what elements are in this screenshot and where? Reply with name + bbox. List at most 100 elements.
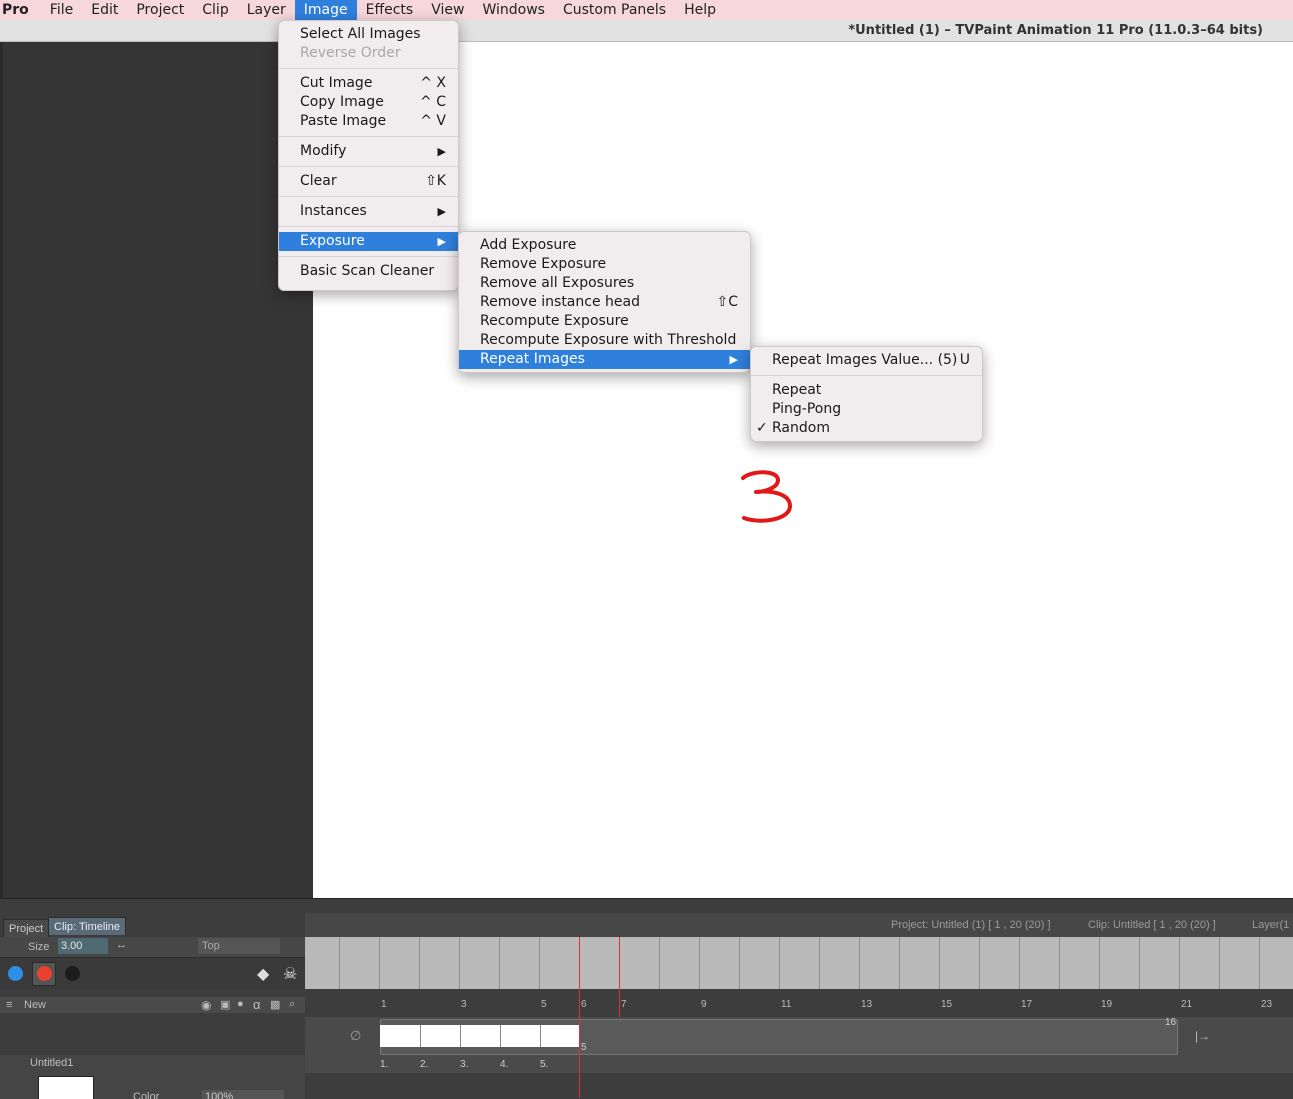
menu-view[interactable]: View bbox=[422, 0, 473, 20]
clear-item[interactable]: Clear ⇧K bbox=[279, 172, 458, 191]
layer-row[interactable]: Untitled1 Color 100% bbox=[0, 1055, 305, 1099]
frame-label: 1. bbox=[380, 1059, 389, 1070]
grid-column bbox=[459, 937, 460, 989]
grid-column bbox=[899, 937, 900, 989]
grid-column bbox=[1139, 937, 1140, 989]
remove-all-exposures-item[interactable]: Remove all Exposures bbox=[459, 274, 750, 293]
layer-track[interactable]: ∅ 5 16 |→ 1. 2. 3. 4. 5. bbox=[305, 1017, 1293, 1073]
menu-effects[interactable]: Effects bbox=[357, 0, 423, 20]
repeat-images-item[interactable]: Repeat Images ▶ bbox=[459, 350, 750, 369]
menu-custom-panels[interactable]: Custom Panels bbox=[554, 0, 675, 20]
image-menu: Select All Images Reverse Order Cut Imag… bbox=[278, 20, 459, 291]
ruler-tick: 15 bbox=[941, 999, 953, 1010]
search-icon[interactable]: ⌕ bbox=[289, 998, 295, 1011]
submenu-arrow-icon: ▶ bbox=[437, 205, 446, 218]
grid-column bbox=[779, 937, 780, 989]
exposure-label: Exposure bbox=[300, 233, 365, 249]
tab-clip-timeline[interactable]: Clip: Timeline bbox=[48, 917, 127, 935]
eraser-icon[interactable]: ◆ bbox=[257, 964, 269, 984]
remove-instance-head-item[interactable]: Remove instance head ⇧C bbox=[459, 293, 750, 312]
modify-item[interactable]: Modify ▶ bbox=[279, 142, 458, 161]
black-dot-icon[interactable] bbox=[65, 966, 80, 981]
layer-controls: Size 3.00 ↔ Top ◆ ☠ ≡ New ◉ ▣ ● α ▩ ⌕ Un… bbox=[0, 937, 305, 1099]
frame-label: 5. bbox=[540, 1059, 549, 1070]
layer-thumbnail[interactable] bbox=[38, 1076, 94, 1099]
frame-label: 4. bbox=[500, 1059, 509, 1070]
add-exposure-item[interactable]: Add Exposure bbox=[459, 236, 750, 255]
separator bbox=[279, 256, 458, 257]
current-frame-line bbox=[619, 937, 620, 1017]
tab-project[interactable]: Project bbox=[3, 919, 50, 937]
select-all-images-item[interactable]: Select All Images bbox=[279, 25, 458, 44]
recompute-exposure-item[interactable]: Recompute Exposure bbox=[459, 312, 750, 331]
timeline-panel: Project Clip: Timeline Project: Untitled… bbox=[0, 898, 1293, 1099]
ruler-tick: 17 bbox=[1021, 999, 1033, 1010]
light-icon[interactable]: ● bbox=[237, 998, 244, 1010]
skull-icon[interactable]: ☠ bbox=[283, 964, 297, 984]
reverse-order-item: Reverse Order bbox=[300, 45, 401, 61]
grid-column bbox=[979, 937, 980, 989]
random-item[interactable]: ✓ Random bbox=[751, 419, 982, 438]
separator bbox=[279, 226, 458, 227]
menu-help[interactable]: Help bbox=[675, 0, 725, 20]
frame-label: 3. bbox=[460, 1059, 469, 1070]
brush-size-row: Size 3.00 ↔ Top bbox=[0, 937, 305, 957]
grid-column bbox=[1179, 937, 1180, 989]
menu-image[interactable]: Image bbox=[294, 0, 357, 20]
size-input[interactable]: 3.00 bbox=[58, 938, 108, 954]
ruler-tick: 19 bbox=[1101, 999, 1113, 1010]
blue-dot-icon[interactable] bbox=[8, 966, 23, 981]
separator bbox=[279, 166, 458, 167]
menu-file[interactable]: File bbox=[41, 0, 82, 20]
ruler-tick: 9 bbox=[701, 999, 707, 1010]
recompute-threshold-item[interactable]: Recompute Exposure with Threshold bbox=[459, 331, 750, 350]
menu-edit[interactable]: Edit bbox=[82, 0, 127, 20]
playhead-line[interactable] bbox=[579, 937, 580, 1098]
empty-set-icon: ∅ bbox=[350, 1028, 362, 1043]
menu-project[interactable]: Project bbox=[127, 0, 193, 20]
layer-name[interactable]: Untitled1 bbox=[30, 1057, 73, 1069]
repeat-images-value-item[interactable]: Repeat Images Value... (5) U bbox=[751, 351, 982, 370]
menu-layer[interactable]: Layer bbox=[238, 0, 295, 20]
image-cells[interactable] bbox=[380, 1025, 580, 1047]
menu-windows[interactable]: Windows bbox=[473, 0, 554, 20]
resize-arrows-icon[interactable]: ↔ bbox=[116, 939, 127, 951]
instances-item[interactable]: Instances ▶ bbox=[279, 202, 458, 221]
stencil-icon[interactable]: ▩ bbox=[270, 998, 280, 1011]
basic-scan-cleaner-item[interactable]: Basic Scan Cleaner bbox=[279, 262, 458, 281]
grid-column bbox=[819, 937, 820, 989]
copy-image-item[interactable]: Copy Image ^ C bbox=[279, 93, 458, 112]
alpha-icon[interactable]: α bbox=[253, 997, 261, 1012]
clear-label: Clear bbox=[300, 173, 337, 189]
drawing-canvas[interactable] bbox=[313, 42, 1293, 898]
exposure-marker: 5 bbox=[581, 1042, 587, 1053]
grid-column bbox=[659, 937, 660, 989]
cell-divider bbox=[460, 1025, 461, 1047]
exposure-item[interactable]: Exposure ▶ bbox=[279, 232, 458, 251]
menu-app[interactable]: Pro bbox=[0, 0, 41, 20]
blend-mode-select[interactable]: Top bbox=[198, 938, 280, 954]
separator bbox=[279, 196, 458, 197]
ruler-tick: 23 bbox=[1261, 999, 1273, 1010]
lock-icon[interactable]: ▣ bbox=[220, 998, 230, 1011]
copy-shortcut: ^ C bbox=[420, 94, 446, 110]
new-layer-label[interactable]: New bbox=[24, 999, 46, 1011]
extend-icon[interactable]: |→ bbox=[1195, 1029, 1210, 1043]
cut-image-item[interactable]: Cut Image ^ X bbox=[279, 74, 458, 93]
copy-image-label: Copy Image bbox=[300, 94, 384, 110]
menu-clip[interactable]: Clip bbox=[193, 0, 237, 20]
grid-column bbox=[419, 937, 420, 989]
ping-pong-item[interactable]: Ping-Pong bbox=[751, 400, 982, 419]
remove-exposure-item[interactable]: Remove Exposure bbox=[459, 255, 750, 274]
instances-label: Instances bbox=[300, 203, 367, 219]
paste-image-item[interactable]: Paste Image ^ V bbox=[279, 112, 458, 131]
eye-icon[interactable]: ◉ bbox=[201, 998, 211, 1012]
repeat-item[interactable]: Repeat bbox=[751, 381, 982, 400]
frame-label: 2. bbox=[420, 1059, 429, 1070]
grid-column bbox=[539, 937, 540, 989]
opacity-field[interactable]: 100% bbox=[202, 1090, 284, 1099]
separator bbox=[751, 375, 982, 376]
cell-divider bbox=[420, 1025, 421, 1047]
paste-shortcut: ^ V bbox=[420, 113, 446, 129]
modify-label: Modify bbox=[300, 143, 347, 159]
